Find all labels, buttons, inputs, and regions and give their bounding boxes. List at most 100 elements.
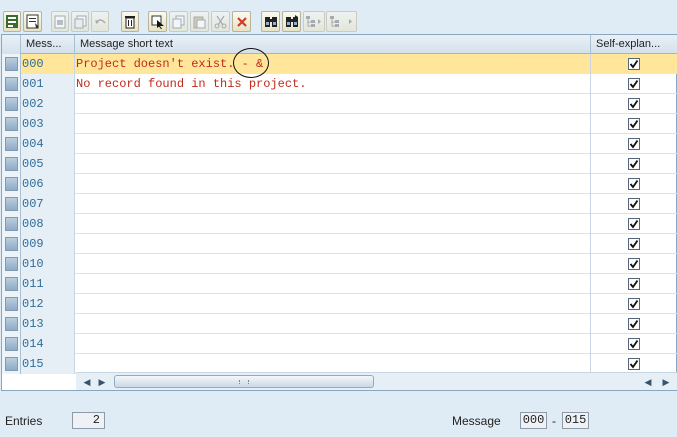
horizontal-scrollbar[interactable]: ◀ ▶ ◀ ▶ (76, 372, 677, 390)
table-row[interactable]: 015 (2, 354, 677, 374)
self-explanatory-checkbox[interactable] (628, 318, 640, 330)
find-next-button[interactable] (282, 11, 301, 32)
row-selector[interactable] (2, 354, 21, 374)
row-selector[interactable] (2, 194, 21, 214)
copy-button[interactable] (169, 11, 188, 32)
message-number-cell[interactable]: 007 (21, 194, 75, 214)
find-button[interactable] (261, 11, 280, 32)
self-explanatory-checkbox[interactable] (628, 78, 640, 90)
message-text-cell[interactable] (75, 234, 591, 254)
self-explanatory-checkbox[interactable] (628, 58, 640, 70)
scroll-left-icon[interactable]: ◀ (81, 376, 93, 388)
message-text-cell[interactable] (75, 134, 591, 154)
self-explanatory-checkbox[interactable] (628, 98, 640, 110)
self-explanatory-checkbox[interactable] (628, 278, 640, 290)
self-explanatory-checkbox[interactable] (628, 218, 640, 230)
select-layout-button[interactable] (3, 11, 21, 32)
create-entry-button[interactable] (51, 11, 69, 32)
cut-button[interactable] (211, 11, 230, 32)
deselect-button[interactable] (232, 11, 251, 32)
select-all-corner[interactable] (2, 35, 21, 54)
self-explanatory-checkbox[interactable] (628, 118, 640, 130)
message-text-cell[interactable] (75, 94, 591, 114)
message-text-cell[interactable] (75, 154, 591, 174)
message-text-cell[interactable] (75, 334, 591, 354)
self-explanatory-checkbox[interactable] (628, 258, 640, 270)
message-text-cell[interactable] (75, 314, 591, 334)
scroll-thumb[interactable] (114, 375, 374, 388)
undo-button[interactable] (91, 11, 109, 32)
row-selector[interactable] (2, 54, 21, 74)
message-number-cell[interactable]: 015 (21, 354, 75, 374)
row-selector[interactable] (2, 314, 21, 334)
table-row[interactable]: 006 (2, 174, 677, 194)
table-row[interactable]: 012 (2, 294, 677, 314)
table-row[interactable]: 014 (2, 334, 677, 354)
self-explanatory-checkbox[interactable] (628, 238, 640, 250)
column-header-message-text[interactable]: Message short text (75, 35, 591, 54)
column-header-self-explanatory[interactable]: Self-explan... (591, 35, 677, 54)
scroll-right-end-icon[interactable]: ▶ (660, 376, 672, 388)
message-number-cell[interactable]: 001 (21, 74, 75, 94)
collapse-button[interactable] (326, 11, 357, 32)
table-row[interactable]: 003 (2, 114, 677, 134)
table-row[interactable]: 007 (2, 194, 677, 214)
table-row[interactable]: 010 (2, 254, 677, 274)
self-explanatory-checkbox[interactable] (628, 178, 640, 190)
row-selector[interactable] (2, 94, 21, 114)
message-number-cell[interactable]: 002 (21, 94, 75, 114)
table-row[interactable]: 011 (2, 274, 677, 294)
table-row[interactable]: 000 Project doesn't exist. - & (2, 54, 677, 74)
message-number-cell[interactable]: 014 (21, 334, 75, 354)
table-row[interactable]: 009 (2, 234, 677, 254)
row-selector[interactable] (2, 274, 21, 294)
self-explanatory-checkbox[interactable] (628, 358, 640, 370)
message-number-cell[interactable]: 005 (21, 154, 75, 174)
message-text-cell[interactable] (75, 194, 591, 214)
message-number-cell[interactable]: 013 (21, 314, 75, 334)
message-text-cell[interactable]: No record found in this project. (75, 74, 591, 94)
message-text-cell[interactable] (75, 254, 591, 274)
scroll-right-icon[interactable]: ▶ (96, 376, 108, 388)
message-number-cell[interactable]: 008 (21, 214, 75, 234)
column-header-message-number[interactable]: Mess... (21, 35, 75, 54)
save-layout-button[interactable] (23, 11, 42, 32)
message-text-cell[interactable] (75, 274, 591, 294)
message-text-cell[interactable] (75, 294, 591, 314)
message-from-field[interactable]: 000 (520, 412, 547, 429)
row-selector[interactable] (2, 114, 21, 134)
delete-button[interactable] (121, 11, 139, 32)
self-explanatory-checkbox[interactable] (628, 198, 640, 210)
table-row[interactable]: 005 (2, 154, 677, 174)
message-number-cell[interactable]: 003 (21, 114, 75, 134)
message-text-cell[interactable] (75, 354, 591, 374)
message-number-cell[interactable]: 006 (21, 174, 75, 194)
scroll-left-end-icon[interactable]: ◀ (642, 376, 654, 388)
row-selector[interactable] (2, 334, 21, 354)
row-selector[interactable] (2, 154, 21, 174)
self-explanatory-checkbox[interactable] (628, 158, 640, 170)
row-selector[interactable] (2, 234, 21, 254)
message-to-field[interactable]: 015 (562, 412, 589, 429)
select-all-button[interactable] (148, 11, 167, 32)
message-text-cell[interactable]: Project doesn't exist. - & (75, 54, 591, 74)
self-explanatory-checkbox[interactable] (628, 338, 640, 350)
message-number-cell[interactable]: 011 (21, 274, 75, 294)
message-number-cell[interactable]: 004 (21, 134, 75, 154)
row-selector[interactable] (2, 254, 21, 274)
table-row[interactable]: 002 (2, 94, 677, 114)
message-text-cell[interactable] (75, 214, 591, 234)
row-selector[interactable] (2, 174, 21, 194)
row-selector[interactable] (2, 214, 21, 234)
table-row[interactable]: 013 (2, 314, 677, 334)
table-row[interactable]: 008 (2, 214, 677, 234)
expand-button[interactable] (303, 11, 325, 32)
message-text-cell[interactable] (75, 114, 591, 134)
message-number-cell[interactable]: 000 (21, 54, 75, 74)
copy-entry-button[interactable] (71, 11, 89, 32)
table-row[interactable]: 001 No record found in this project. (2, 74, 677, 94)
row-selector[interactable] (2, 134, 21, 154)
message-text-cell[interactable] (75, 174, 591, 194)
message-number-cell[interactable]: 009 (21, 234, 75, 254)
paste-button[interactable] (190, 11, 209, 32)
